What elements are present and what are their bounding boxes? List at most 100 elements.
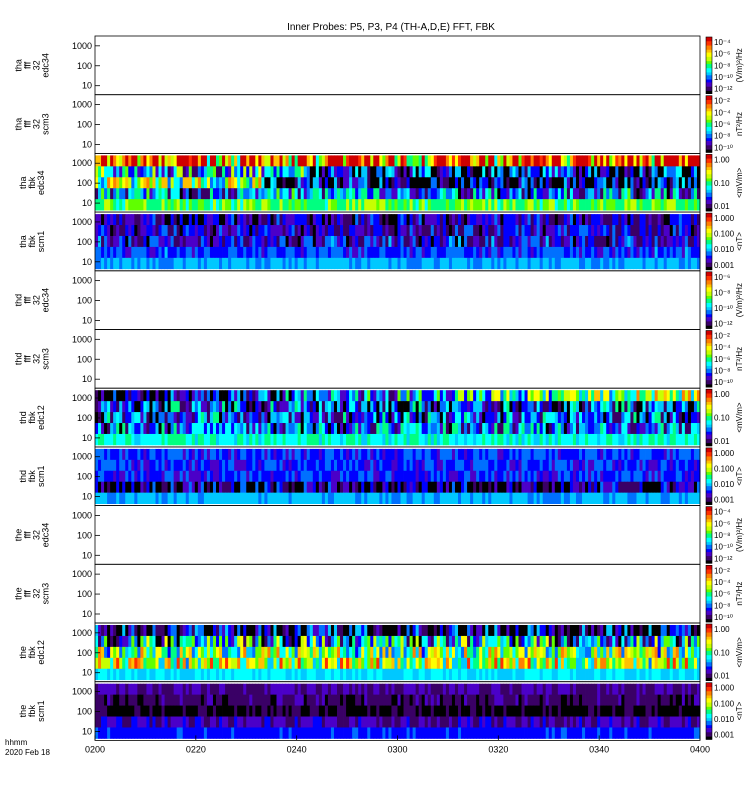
spectrogram-cell <box>168 166 171 177</box>
spectrogram-cell <box>431 177 434 188</box>
spectrogram-cell <box>322 401 325 412</box>
spectrogram-cell <box>640 423 643 434</box>
spectrogram-cell <box>328 449 331 460</box>
spectrogram-cell <box>682 236 685 247</box>
spectrogram-cell <box>555 401 558 412</box>
spectrogram-cell <box>292 199 295 210</box>
spectrogram-cell <box>621 625 624 636</box>
spectrogram-cell <box>137 636 140 647</box>
spectrogram-cell <box>461 177 464 188</box>
spectrogram-cell <box>273 188 276 199</box>
spectrogram-cell <box>376 493 379 504</box>
spectrogram-cell <box>603 636 606 647</box>
spectrogram-cell <box>225 460 228 471</box>
spectrogram-cell <box>667 434 670 445</box>
spectrogram-cell <box>319 625 322 636</box>
spectrogram-the-fbk-edc12 <box>95 625 700 680</box>
spectrogram-cell <box>482 636 485 647</box>
spectrogram-cell <box>636 390 639 401</box>
spectrogram-cell <box>685 460 688 471</box>
spectrogram-cell <box>252 434 255 445</box>
spectrogram-cell <box>258 258 261 269</box>
spectrogram-cell <box>585 236 588 247</box>
spectrogram-cell <box>443 199 446 210</box>
spectrogram-cell <box>591 236 594 247</box>
spectrogram-cell <box>661 449 664 460</box>
y-tick-label: 1000 <box>72 158 92 168</box>
spectrogram-cell <box>413 225 416 236</box>
spectrogram-cell <box>431 258 434 269</box>
spectrogram-cell <box>364 471 367 482</box>
spectrogram-cell <box>174 460 177 471</box>
spectrogram-cell <box>437 423 440 434</box>
spectrogram-cell <box>479 155 482 166</box>
spectrogram-cell <box>416 177 419 188</box>
spectrogram-cell <box>597 188 600 199</box>
spectrogram-cell <box>579 258 582 269</box>
spectrogram-cell <box>358 155 361 166</box>
spectrogram-cell <box>216 188 219 199</box>
spectrogram-cell <box>449 199 452 210</box>
spectrogram-cell <box>149 199 152 210</box>
spectrogram-cell <box>216 390 219 401</box>
spectrogram-cell <box>425 166 428 177</box>
spectrogram-cell <box>567 412 570 423</box>
panel-frame <box>95 36 700 95</box>
spectrogram-cell <box>273 636 276 647</box>
spectrogram-cell <box>503 471 506 482</box>
spectrogram-cell <box>549 449 552 460</box>
spectrogram-cell <box>437 225 440 236</box>
spectrogram-cell <box>143 460 146 471</box>
spectrogram-cell <box>416 214 419 225</box>
spectrogram-cell <box>391 166 394 177</box>
spectrogram-cell <box>125 625 128 636</box>
spectrogram-cell <box>252 493 255 504</box>
spectrogram-cell <box>630 471 633 482</box>
spectrogram-cell <box>422 166 425 177</box>
spectrogram-cell <box>534 460 537 471</box>
spectrogram-cell <box>258 390 261 401</box>
spectrogram-cell <box>280 493 283 504</box>
spectrogram-cell <box>452 401 455 412</box>
spectrogram-cell <box>352 460 355 471</box>
spectrogram-cell <box>576 625 579 636</box>
spectrogram-cell <box>606 412 609 423</box>
spectrogram-cell <box>452 423 455 434</box>
spectrogram-cell <box>537 188 540 199</box>
spectrogram-cell <box>140 390 143 401</box>
spectrogram-cell <box>180 636 183 647</box>
spectrogram-cell <box>273 434 276 445</box>
spectrogram-cell <box>240 401 243 412</box>
spectrogram-cell <box>655 214 658 225</box>
spectrogram-cell <box>479 636 482 647</box>
spectrogram-cell <box>104 390 107 401</box>
spectrogram-cell <box>422 434 425 445</box>
spectrogram-cell <box>630 423 633 434</box>
spectrogram-cell <box>283 636 286 647</box>
spectrogram-cell <box>531 390 534 401</box>
spectrogram-cell <box>673 401 676 412</box>
spectrogram-cell <box>615 625 618 636</box>
spectrogram-cell <box>171 199 174 210</box>
spectrogram-cell <box>219 166 222 177</box>
spectrogram-cell <box>591 493 594 504</box>
spectrogram-cell <box>137 155 140 166</box>
spectrogram-cell <box>576 225 579 236</box>
colorbar-tick-label: 0.001 <box>714 261 735 270</box>
spectrogram-cell <box>140 636 143 647</box>
spectrogram-cell <box>298 258 301 269</box>
spectrogram-cell <box>243 625 246 636</box>
spectrogram-cell <box>343 225 346 236</box>
spectrogram-cell <box>646 236 649 247</box>
spectrogram-cell <box>482 155 485 166</box>
spectrogram-cell <box>207 166 210 177</box>
spectrogram-cell <box>497 423 500 434</box>
spectrogram-cell <box>624 236 627 247</box>
spectrogram-cell <box>509 199 512 210</box>
spectrogram-cell <box>361 258 364 269</box>
spectrogram-cell <box>461 390 464 401</box>
spectrogram-cell <box>636 247 639 258</box>
spectrogram-cell <box>449 236 452 247</box>
spectrogram-cell <box>664 177 667 188</box>
spectrogram-cell <box>264 166 267 177</box>
